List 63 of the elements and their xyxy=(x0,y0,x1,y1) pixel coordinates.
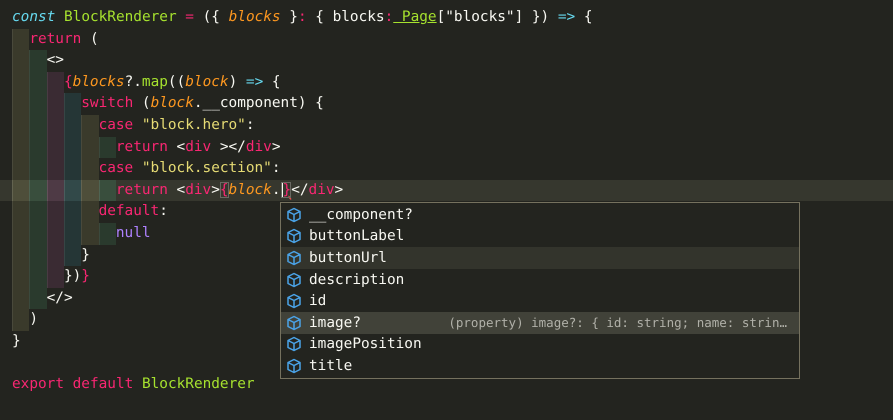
code-line: const BlockRenderer = ({ blocks }: { blocks: Page["blocks"] }) => { xyxy=(12,8,593,27)
indent-guide xyxy=(29,201,47,223)
code-line: {blocks?.map((block) => { xyxy=(64,72,281,92)
suggestion-item[interactable]: __component? xyxy=(281,204,799,226)
indent-guide xyxy=(98,136,116,158)
suggestion-item[interactable]: buttonUrl xyxy=(281,247,799,269)
suggestion-item[interactable]: description xyxy=(281,268,799,290)
suggestion-item[interactable]: title xyxy=(281,355,799,377)
suggestion-detail: (property) image?: { id: string; name: strin… xyxy=(448,315,788,330)
code-line: })} xyxy=(64,267,90,286)
code-line: case "block.hero": xyxy=(98,116,255,135)
indent-guide xyxy=(81,114,99,137)
indent-guide xyxy=(46,158,64,180)
cube-icon xyxy=(286,206,302,223)
code-line: <> xyxy=(46,51,64,70)
code-line: null xyxy=(116,224,151,243)
indent-guide xyxy=(81,180,99,202)
indent-guide xyxy=(12,158,30,180)
cube-icon xyxy=(286,314,302,331)
suggestion-item[interactable]: imagePosition xyxy=(281,334,799,356)
indent-guide xyxy=(46,266,64,288)
code-line: } xyxy=(81,246,90,265)
indent-guide xyxy=(81,222,99,245)
indent-guide xyxy=(29,180,47,202)
code-line: return <div>{block.}</div> xyxy=(116,180,344,200)
indent-guide xyxy=(12,180,30,202)
code-line: ) xyxy=(29,310,38,330)
indent-guide xyxy=(81,201,99,223)
code-line: return ( xyxy=(29,30,99,49)
indent-guide xyxy=(12,28,30,50)
code-editor[interactable] xyxy=(0,0,893,420)
code-line: </> xyxy=(46,288,73,308)
indent-guide xyxy=(12,201,30,223)
code-line: switch (block.__component) { xyxy=(81,94,324,114)
indent-guide xyxy=(98,180,116,202)
indent-guide xyxy=(46,180,64,202)
suggestion-item[interactable]: buttonLabel xyxy=(281,226,799,248)
indent-guide xyxy=(46,72,64,94)
indent-guide xyxy=(64,180,82,202)
suggestion-item[interactable]: id xyxy=(281,290,799,312)
indent-guide xyxy=(64,244,82,266)
indent-guide xyxy=(81,158,99,180)
code-line: return <div ></div> xyxy=(116,138,281,157)
indent-guide xyxy=(46,201,64,223)
cube-icon xyxy=(286,336,302,352)
code-line: case "block.section": xyxy=(98,159,281,178)
cube-icon xyxy=(286,293,302,310)
code-line: default: xyxy=(98,202,168,222)
cube-icon xyxy=(286,272,302,288)
indent-guide xyxy=(29,288,47,310)
suggestion-item[interactable]: image? (property) image?: { id: string; name: strin… xyxy=(281,312,799,334)
cube-icon xyxy=(286,228,302,244)
indent-guide xyxy=(98,222,116,245)
cube-icon xyxy=(286,358,302,374)
cube-icon xyxy=(286,250,302,266)
indent-guide xyxy=(29,50,47,72)
indent-guide xyxy=(12,309,30,331)
indent-guide xyxy=(29,158,47,180)
indent-guide xyxy=(64,158,82,180)
indent-guide xyxy=(64,201,82,223)
code-line: } xyxy=(12,332,21,351)
code-line: export default BlockRenderer xyxy=(12,375,255,394)
indent-guide xyxy=(64,93,82,115)
